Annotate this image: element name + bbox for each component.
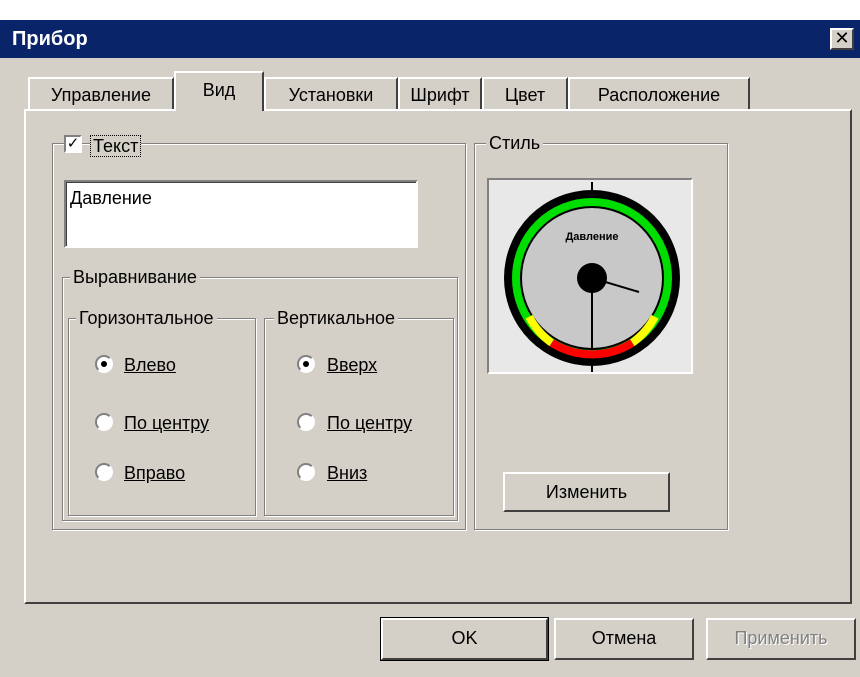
gauge-preview: Давление — [487, 178, 693, 374]
text-input[interactable]: Давление — [64, 180, 418, 248]
change-style-button[interactable]: Изменить — [503, 472, 670, 512]
apply-button[interactable]: Применить — [706, 618, 856, 660]
radio-left[interactable] — [95, 355, 113, 373]
text-checkbox[interactable]: ✓ — [64, 135, 82, 153]
radio-right[interactable] — [95, 463, 113, 481]
radio-bottom-label[interactable]: Вниз — [327, 462, 367, 484]
radio-bottom[interactable] — [297, 463, 315, 481]
gauge-label: Давление — [565, 231, 618, 243]
horizontal-group-label: Горизонтальное — [76, 308, 217, 328]
radio-dot-icon — [303, 361, 309, 367]
radio-left-label[interactable]: Влево — [124, 354, 176, 376]
cancel-button[interactable]: Отмена — [554, 618, 694, 660]
radio-top[interactable] — [297, 355, 315, 373]
radio-top-label[interactable]: Вверх — [327, 354, 377, 376]
gauge-icon: Давление — [504, 182, 680, 372]
checkmark-icon: ✓ — [66, 135, 80, 152]
style-group-label: Стиль — [486, 133, 544, 153]
ok-button[interactable]: OK — [380, 617, 549, 661]
radio-v-center-label[interactable]: По центру — [327, 412, 412, 434]
radio-right-label[interactable]: Вправо — [124, 462, 185, 484]
alignment-group-label: Выравнивание — [70, 267, 200, 287]
radio-v-center[interactable] — [297, 413, 315, 431]
radio-h-center[interactable] — [95, 413, 113, 431]
radio-h-center-label[interactable]: По центру — [124, 412, 209, 434]
radio-dot-icon — [101, 361, 107, 367]
text-checkbox-label: Текст — [90, 135, 142, 157]
vertical-group-label: Вертикальное — [274, 308, 399, 328]
